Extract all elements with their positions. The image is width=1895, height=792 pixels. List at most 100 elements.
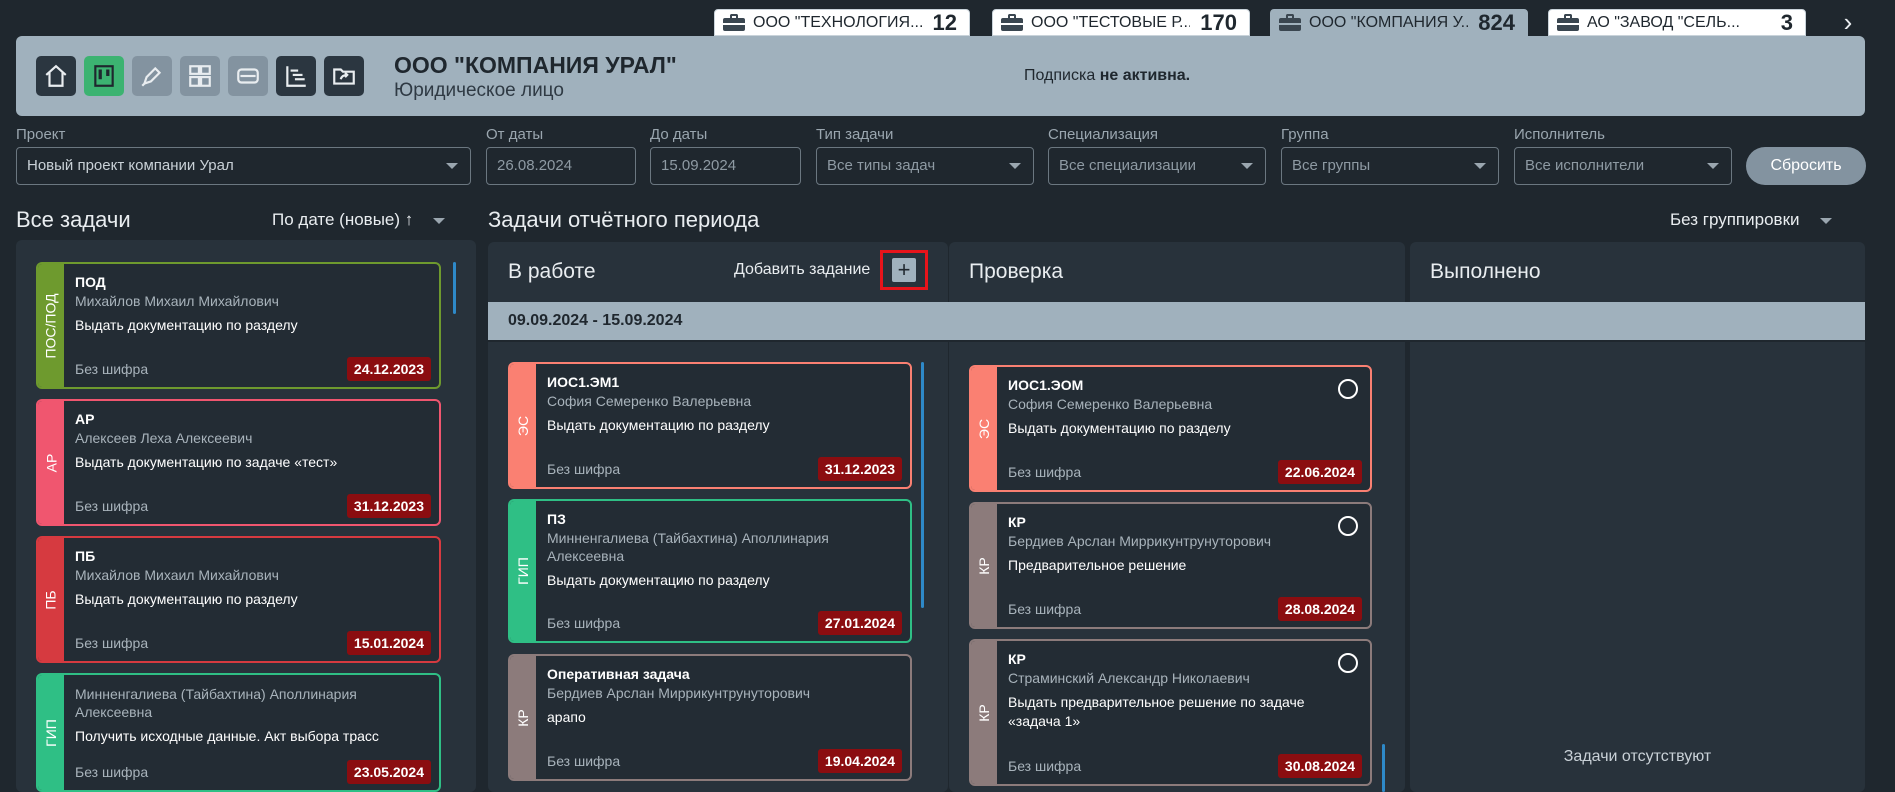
scrollbar[interactable]	[453, 262, 456, 314]
column-done: Задачи отсутствуют	[1410, 342, 1865, 792]
task-description: Выдать документацию по задаче «тест»	[75, 454, 338, 470]
task-card[interactable]: ЭС ИОС1.ЭОМ София Семеренко Валерьевна Выда…	[969, 365, 1372, 492]
date-from-field[interactable]: 26.08.2024	[486, 147, 636, 185]
task-assignee: София Семеренко Валерьевна	[547, 393, 752, 409]
project-label: Проект	[16, 126, 66, 143]
project-select[interactable]: Новый проект компании Урал	[16, 147, 471, 185]
scrollbar[interactable]	[1382, 744, 1385, 792]
task-code: КР	[1008, 514, 1026, 530]
task-tag: КР	[510, 656, 536, 779]
date-to-placeholder: 15.09.2024	[661, 157, 737, 174]
chevron-down-icon	[1707, 163, 1719, 169]
column-header-done: Выполнено	[1410, 242, 1865, 302]
briefcase-icon	[1001, 14, 1023, 31]
kanban-button[interactable]	[84, 56, 124, 96]
task-tag: ПБ	[38, 538, 64, 661]
company-type: Юридическое лицо	[394, 80, 564, 101]
task-card[interactable]: ПОС/ПОД ПОД Михайлов Михаил Михайлович Выда…	[36, 262, 441, 389]
subscription-label: Подписка	[1024, 67, 1096, 84]
gantt-icon	[286, 66, 306, 87]
chevron-down-icon	[1009, 163, 1021, 169]
task-card[interactable]: ГИП Минненгалиева (Тайбахтина) Аполлинари…	[36, 673, 441, 792]
period-section-title: Задачи отчётного периода	[488, 207, 760, 232]
task-tag: КР	[971, 504, 997, 627]
subscription-status: Подписка не активна.	[1024, 67, 1190, 85]
period-range: 09.09.2024 - 15.09.2024	[508, 312, 683, 329]
company-tab-name: ООО "ТЕСТОВЫЕ Р...	[1031, 13, 1191, 31]
task-tag-label: ПБ	[43, 589, 59, 610]
select-circle-icon[interactable]	[1338, 379, 1358, 399]
project-value: Новый проект компании Урал	[27, 157, 234, 174]
task-tag: ГИП	[38, 675, 64, 790]
pen-icon	[141, 66, 162, 87]
task-cipher: Без шифра	[1008, 601, 1082, 617]
folder-share-button[interactable]	[324, 56, 364, 96]
reset-button[interactable]: Сбросить	[1746, 147, 1866, 185]
chevron-down-icon	[1241, 163, 1253, 169]
task-card[interactable]: ЭС ИОС1.ЭМ1 София Семеренко Валерьевна Выда…	[508, 362, 912, 489]
company-tab-active[interactable]: ООО "КОМПАНИЯ У... 824	[1270, 9, 1528, 36]
company-header: ООО "КОМПАНИЯ УРАЛ" Юридическое лицо Под…	[16, 36, 1865, 116]
add-task-button[interactable]: +	[880, 250, 928, 290]
chevron-right-icon[interactable]: ›	[1834, 8, 1862, 36]
task-code: АР	[75, 411, 95, 427]
task-card[interactable]: ПБ ПБ Михайлов Михаил Михайлович Выдать док…	[36, 536, 441, 663]
task-description: Получить исходные данные. Акт выбора тра…	[75, 728, 379, 744]
briefcase-icon	[723, 14, 745, 31]
gantt-button[interactable]	[276, 56, 316, 96]
task-description: Выдать документацию по разделу	[75, 591, 298, 607]
select-circle-icon[interactable]	[1338, 653, 1358, 673]
card-view-button[interactable]	[228, 56, 268, 96]
company-tab-count: 824	[1478, 9, 1515, 35]
task-cipher: Без шифра	[547, 753, 621, 769]
sort-value: По дате (новые) ↑	[272, 210, 414, 229]
task-card[interactable]: КР Оперативная задача Бердиев Арслан Мирри…	[508, 654, 912, 781]
specialization-value: Все специализации	[1059, 157, 1196, 174]
task-card[interactable]: КР КР Страминский Александр Николаевич Выда…	[969, 639, 1372, 786]
date-to-field[interactable]: 15.09.2024	[650, 147, 801, 185]
company-tab[interactable]: ООО "ТЕСТОВЫЕ Р... 170	[992, 9, 1250, 36]
task-assignee: Бердиев Арслан Миррикунтрунуторович	[1008, 533, 1272, 549]
column-title: Выполнено	[1430, 260, 1541, 283]
company-tab-count: 3	[1780, 9, 1793, 35]
task-assignee: Михайлов Михаил Михайлович	[75, 567, 279, 583]
task-tag-label: АР	[43, 453, 59, 472]
select-circle-icon[interactable]	[1338, 516, 1358, 536]
plus-icon: +	[892, 258, 916, 282]
grouping-select[interactable]: Без группировки	[1670, 210, 1832, 230]
task-type-select[interactable]: Все типы задач	[816, 147, 1034, 185]
task-cipher: Без шифра	[75, 498, 149, 514]
task-cipher: Без шифра	[547, 615, 621, 631]
scrollbar[interactable]	[921, 362, 924, 608]
task-cipher: Без шифра	[1008, 464, 1082, 480]
company-tab[interactable]: АО "ЗАВОД "СЕЛЬ... 3	[1548, 9, 1806, 36]
group-label: Группа	[1281, 126, 1329, 143]
task-card[interactable]: ГИП ПЗ Минненгалиева (Тайбахтина) Аполлина…	[508, 499, 912, 643]
task-description: Предварительное решение	[1008, 557, 1187, 573]
task-deadline-badge: 24.12.2023	[346, 357, 431, 381]
task-assignee: Минненгалиева (Тайбахтина) Аполлинария А…	[547, 530, 829, 564]
group-value: Все группы	[1292, 157, 1371, 174]
task-code: ПЗ	[547, 511, 566, 527]
task-description: Выдать предварительное решение по задаче…	[1008, 694, 1305, 729]
specialization-select[interactable]: Все специализации	[1048, 147, 1266, 185]
task-card[interactable]: АР АР Алексеев Леха Алексеевич Выдать докум…	[36, 399, 441, 526]
grid-icon	[189, 65, 211, 87]
executor-select[interactable]: Все исполнители	[1514, 147, 1732, 185]
task-cipher: Без шифра	[75, 361, 149, 377]
task-deadline-badge: 22.06.2024	[1277, 460, 1362, 484]
home-button[interactable]	[36, 56, 76, 96]
grid-button[interactable]	[180, 56, 220, 96]
sort-select[interactable]: По дате (новые) ↑	[272, 210, 446, 230]
task-card[interactable]: КР КР Бердиев Арслан Миррикунтрунуторович П…	[969, 502, 1372, 629]
company-name: ООО "КОМПАНИЯ УРАЛ"	[394, 52, 677, 78]
briefcase-icon	[1279, 14, 1301, 31]
task-code: ИОС1.ЭОМ	[1008, 377, 1084, 393]
task-tag-label: ЭС	[976, 418, 992, 439]
edit-button[interactable]	[132, 56, 172, 96]
chevron-down-icon	[1819, 217, 1832, 224]
task-deadline-badge: 27.01.2024	[817, 611, 902, 635]
company-tab[interactable]: ООО "ТЕХНОЛОГИЯ... 12	[714, 9, 970, 36]
task-cipher: Без шифра	[1008, 758, 1082, 774]
group-select[interactable]: Все группы	[1281, 147, 1499, 185]
